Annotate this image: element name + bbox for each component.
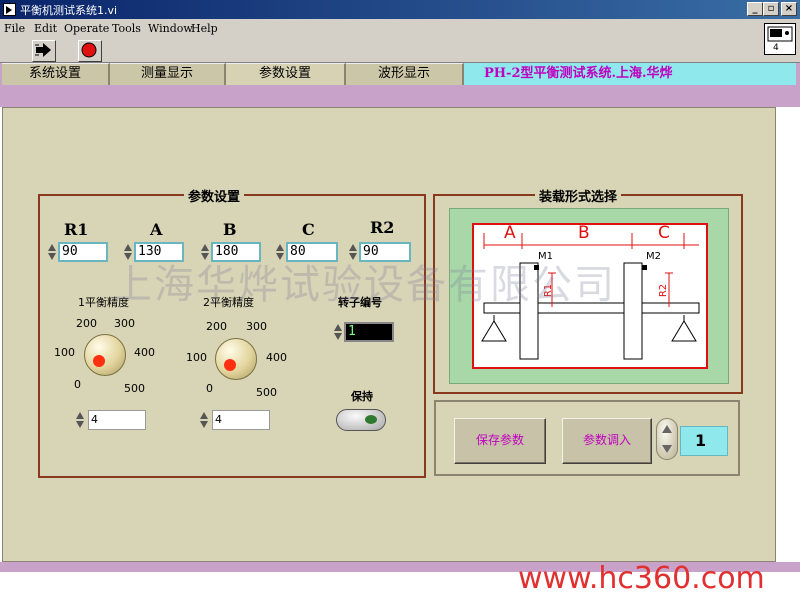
instrument-icon (767, 26, 793, 42)
run-arrow-icon (35, 43, 51, 57)
rotor-number-control: 1 (334, 322, 396, 342)
knob2-value-stepper[interactable] (200, 411, 209, 429)
tab-system-settings[interactable]: 系统设置 (2, 63, 110, 85)
stop-icon (81, 42, 97, 58)
rotor-number-stepper[interactable] (334, 323, 343, 341)
a-label: A (150, 220, 163, 239)
title-bar: 平衡机测试系统1.vi _ ▫ × (0, 0, 800, 19)
stepper-up-icon (662, 425, 672, 433)
save-params-button[interactable]: 保存参数 (454, 418, 546, 464)
balance-precision-1-knob[interactable] (84, 334, 126, 376)
menu-tools[interactable]: Tools (112, 22, 141, 35)
tab-strip: 系统设置 测量显示 参数设置 波形显示 PH-2型平衡测试系统.上海.华烨 (0, 63, 800, 85)
hold-led (365, 415, 377, 424)
knob1-value-control: 4 (76, 410, 148, 430)
knob1-tick-400: 400 (134, 346, 155, 359)
knob2-indicator (224, 359, 236, 371)
load-params-button[interactable]: 参数调入 (562, 418, 652, 464)
param-index-input[interactable]: 1 (680, 426, 728, 456)
parameter-group-title: 参数设置 (184, 186, 245, 205)
knob2-tick-100: 100 (186, 351, 207, 364)
parameter-group: 参数设置 R1 A B C R2 90 130 180 80 90 1平衡精度 … (38, 186, 426, 478)
knob2-tick-500: 500 (256, 386, 277, 399)
stepper-down-icon (662, 445, 672, 453)
diagram-label-a: A (504, 223, 516, 243)
knob2-tick-400: 400 (266, 351, 287, 364)
menu-window[interactable]: Window (148, 22, 193, 35)
tab-measurement-display[interactable]: 测量显示 (110, 63, 226, 85)
parameter-panel: 参数设置 R1 A B C R2 90 130 180 80 90 1平衡精度 … (2, 107, 776, 562)
vi-connector-icon[interactable]: 4 (764, 23, 796, 55)
knob2-value-input[interactable]: 4 (212, 410, 270, 430)
knob2-value-control: 4 (200, 410, 272, 430)
stop-button[interactable] (78, 40, 102, 62)
diagram-label-r2: R2 (658, 283, 670, 298)
menu-bar: File Edit Operate Tools Window Help (0, 19, 800, 37)
mount-type-title: 装载形式选择 (535, 186, 622, 205)
knob1-tick-0: 0 (74, 378, 81, 391)
knob1-tick-200: 200 (76, 317, 97, 330)
menu-edit[interactable]: Edit (34, 22, 57, 35)
param-index-stepper[interactable] (656, 418, 678, 460)
menu-help[interactable]: Help (191, 22, 218, 35)
window-title: 平衡机测试系统1.vi (20, 4, 118, 17)
knob1-indicator (93, 355, 105, 367)
tab-parameter-settings[interactable]: 参数设置 (226, 63, 346, 85)
r1-input[interactable]: 90 (58, 242, 108, 262)
website-watermark: www.hc360.com (518, 561, 765, 596)
knob1-value-input[interactable]: 4 (88, 410, 146, 430)
restore-button[interactable]: ▫ (763, 2, 779, 16)
knob1-tick-100: 100 (54, 346, 75, 359)
toolbar (0, 37, 800, 63)
knob1-tick-300: 300 (114, 317, 135, 330)
menu-operate[interactable]: Operate (64, 22, 109, 35)
hold-toggle[interactable] (336, 409, 386, 431)
r2-label: R2 (370, 218, 395, 237)
minimize-button[interactable]: _ (747, 2, 763, 16)
r1-label: R1 (64, 220, 89, 239)
balance-precision-2-knob[interactable] (215, 338, 257, 380)
r1-stepper[interactable] (48, 243, 57, 261)
header-band (0, 85, 800, 107)
r1-control: 90 (48, 242, 108, 262)
c-label: C (302, 220, 315, 239)
b-label: B (223, 220, 237, 239)
tab-waveform-display[interactable]: 波形显示 (346, 63, 464, 85)
close-button[interactable]: × (781, 2, 797, 16)
hold-label: 保持 (351, 390, 373, 403)
menu-file[interactable]: File (4, 22, 25, 35)
diagram-label-c: C (658, 223, 670, 243)
knob2-tick-200: 200 (206, 320, 227, 333)
run-button[interactable] (32, 40, 56, 62)
rotor-number-display[interactable]: 1 (344, 322, 394, 342)
vi-icon-number: 4 (773, 43, 779, 53)
labview-vi-icon (3, 3, 16, 16)
company-watermark: 上海华烨试验设备有限公司 (112, 262, 616, 308)
diagram-label-m2: M2 (646, 251, 661, 262)
actions-group: 保存参数 参数调入 1 (434, 400, 740, 476)
knob1-tick-500: 500 (124, 382, 145, 395)
system-banner: PH-2型平衡测试系统.上海.华烨 (464, 63, 796, 85)
knob1-value-stepper[interactable] (76, 411, 85, 429)
diagram-label-b: B (578, 223, 590, 243)
knob2-tick-300: 300 (246, 320, 267, 333)
knob2-tick-0: 0 (206, 382, 213, 395)
